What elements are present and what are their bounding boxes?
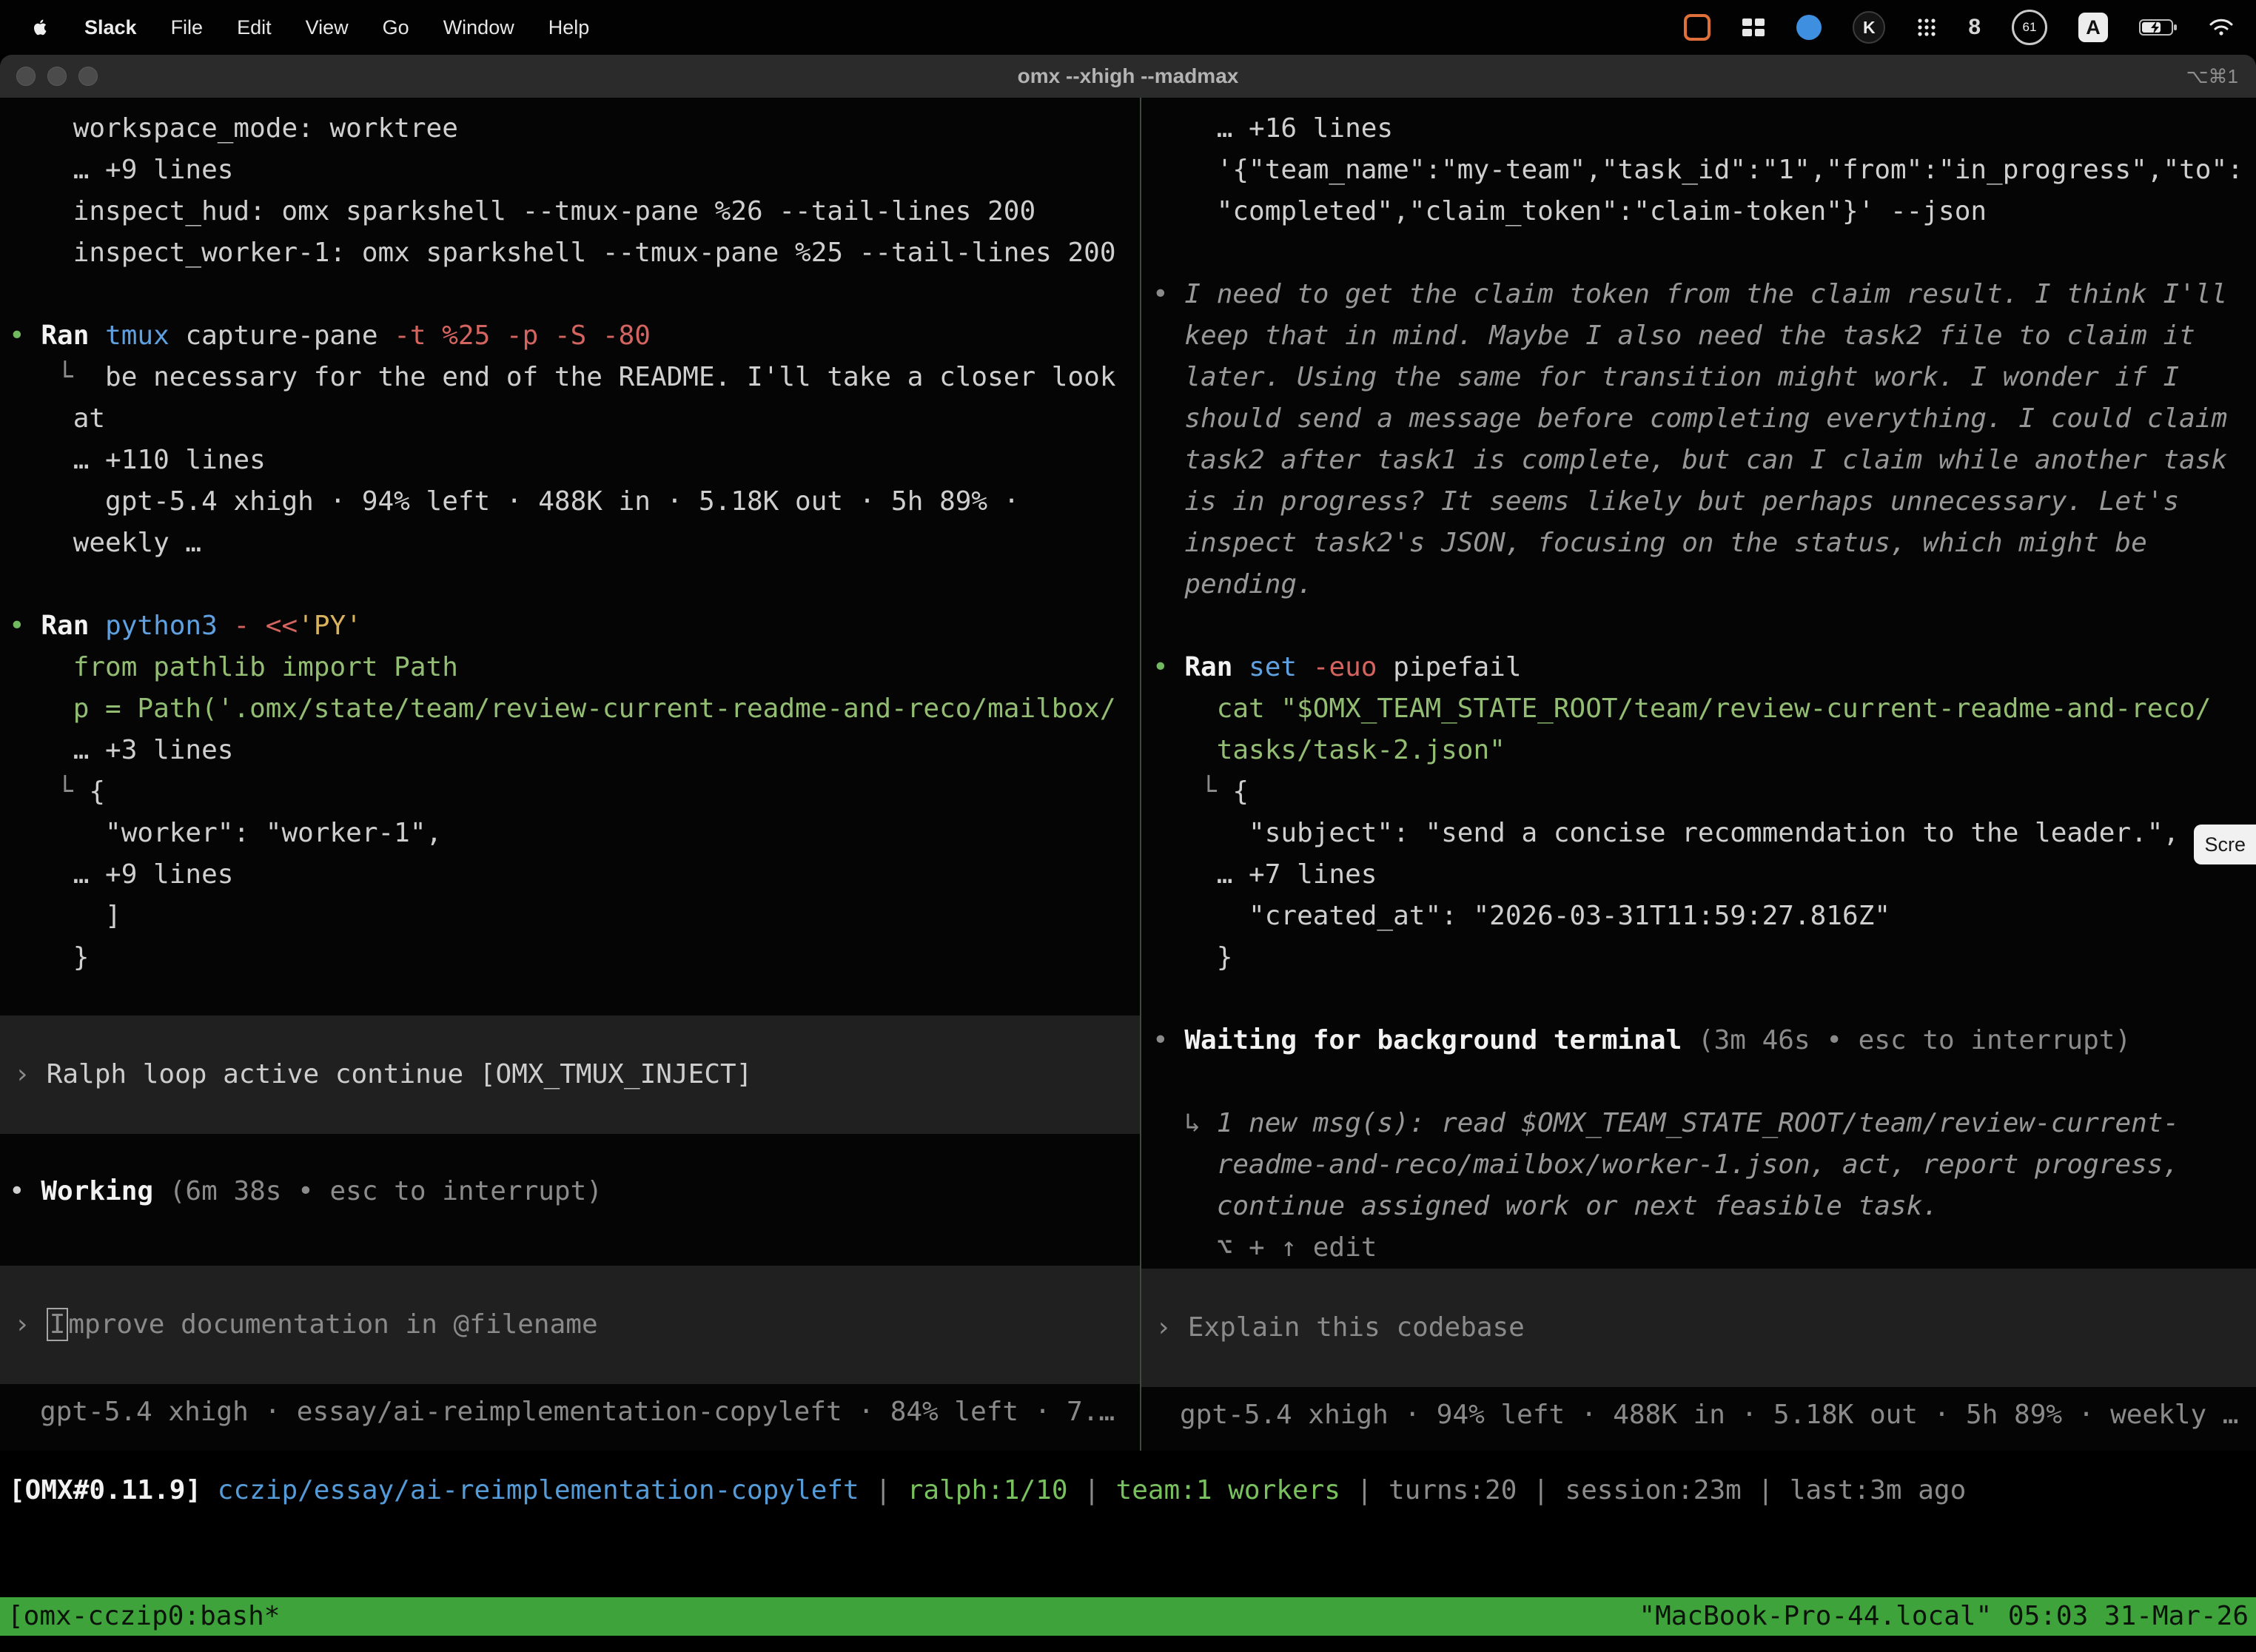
terminal-line: └ { (9, 771, 1140, 813)
apple-menu-icon[interactable] (30, 17, 50, 38)
left-input-placeholder: Improve documentation in @filename (47, 1304, 598, 1346)
terminal-line: ⌥ + ↑ edit (1152, 1227, 2256, 1269)
prompt-chevron: › (0, 1304, 30, 1346)
menu-go[interactable]: Go (383, 16, 409, 39)
right-pane-output: … +16 lines '{"team_name":"my-team","tas… (1141, 98, 2256, 1269)
grid-icon[interactable] (1742, 18, 1765, 37)
terminal-content: workspace_mode: worktree … +9 lines insp… (0, 98, 2256, 1451)
close-window-button[interactable] (16, 67, 36, 86)
terminal-line: … +9 lines (9, 150, 1140, 191)
terminal-line: … +7 lines (1152, 854, 2256, 896)
terminal-line: • Ran tmux capture-pane -t %25 -p -S -80 (9, 315, 1140, 357)
terminal-line: gpt-5.4 xhigh · 94% left · 488K in · 5.1… (9, 481, 1140, 523)
terminal-line: "subject": "send a concise recommendatio… (1152, 813, 2256, 854)
wifi-icon[interactable] (2209, 18, 2234, 37)
window-title-bar: omx --xhigh --madmax ⌥⌘1 (0, 55, 2256, 98)
terminal-line: later. Using the same for transition mig… (1152, 357, 2256, 398)
left-pane-status-line: gpt-5.4 xhigh · essay/ai-reimplementatio… (0, 1391, 1140, 1433)
active-app-menu[interactable]: Slack (84, 16, 137, 39)
terminal-line (1152, 605, 2256, 647)
window-title: omx --xhigh --madmax (0, 64, 2256, 88)
terminal-line: p = Path('.omx/state/team/review-current… (9, 688, 1140, 730)
screen-recording-icon[interactable] (1684, 14, 1711, 41)
prompt-chevron: › (1141, 1307, 1172, 1349)
terminal-line: at (9, 398, 1140, 440)
desktop-screen: Slack File Edit View Go Window Help K 8 … (0, 0, 2256, 1652)
app-8-icon[interactable]: 8 (1968, 15, 1981, 40)
menu-help[interactable]: Help (548, 16, 590, 39)
terminal-line: '{"team_name":"my-team","task_id":"1","f… (1152, 150, 2256, 191)
left-injection-banner[interactable]: › Ralph loop active continue [OMX_TMUX_I… (0, 1015, 1140, 1134)
terminal-line: should send a message before completing … (1152, 398, 2256, 440)
omx-session-status: [OMX#0.11.9] cczip/essay/ai-reimplementa… (9, 1470, 2256, 1511)
terminal-line: └ { (1152, 771, 2256, 813)
terminal-line: } (9, 937, 1140, 978)
terminal-line: pending. (1152, 564, 2256, 605)
terminal-line: cat "$OMX_TEAM_STATE_ROOT/team/review-cu… (1152, 688, 2256, 730)
terminal-line: … +110 lines (9, 440, 1140, 481)
zoom-window-button[interactable] (78, 67, 98, 86)
right-pane-status-line: gpt-5.4 xhigh · 94% left · 488K in · 5.1… (1141, 1394, 2256, 1436)
tmux-pane-right[interactable]: … +16 lines '{"team_name":"my-team","tas… (1141, 98, 2256, 1451)
battery-icon[interactable] (2139, 19, 2178, 36)
terminal-line: workspace_mode: worktree (9, 108, 1140, 150)
terminal-line: is in progress? It seems likely but perh… (1152, 481, 2256, 523)
window-shortcut-hint: ⌥⌘1 (2186, 65, 2256, 88)
terminal-line: … +3 lines (9, 730, 1140, 771)
battery-gauge-icon[interactable]: 61 (2012, 10, 2047, 45)
terminal-line: from pathlib import Path (9, 647, 1140, 688)
terminal-line: • Ran python3 - <<'PY' (9, 605, 1140, 647)
terminal-line: tasks/task-2.json" (1152, 730, 2256, 771)
tmux-pane-left[interactable]: workspace_mode: worktree … +9 lines insp… (0, 98, 1140, 1451)
terminal-line: ] (9, 896, 1140, 937)
terminal-line: • Ran set -euo pipefail (1152, 647, 2256, 688)
menu-file[interactable]: File (171, 16, 204, 39)
left-input-box[interactable]: › Improve documentation in @filename (0, 1266, 1140, 1384)
terminal-line: [OMX#0.11.9] cczip/essay/ai-reimplementa… (9, 1470, 2256, 1511)
terminal-line (1152, 1061, 2256, 1103)
screenshot-chip[interactable]: Scre (2194, 825, 2256, 864)
terminal-line: weekly … (9, 523, 1140, 564)
input-source-icon[interactable]: A (2078, 13, 2108, 42)
terminal-line: inspect_hud: omx sparkshell --tmux-pane … (9, 191, 1140, 232)
blue-app-icon[interactable] (1796, 15, 1822, 40)
terminal-line: • Waiting for background terminal (3m 46… (1152, 1020, 2256, 1061)
k-circle-icon[interactable]: K (1853, 11, 1885, 44)
terminal-line: task2 after task1 is complete, but can I… (1152, 440, 2256, 481)
terminal-line (9, 564, 1140, 605)
terminal-line (1152, 978, 2256, 1020)
menu-window[interactable]: Window (443, 16, 514, 39)
tmux-session-label: [omx-cczip0:bash* (7, 1597, 280, 1636)
injection-text: Ralph loop active continue [OMX_TMUX_INJ… (47, 1054, 753, 1095)
menu-edit[interactable]: Edit (237, 16, 272, 39)
right-input-box[interactable]: › Explain this codebase (1141, 1269, 2256, 1387)
terminal-line: readme-and-reco/mailbox/worker-1.json, a… (1152, 1144, 2256, 1186)
macos-menu-bar: Slack File Edit View Go Window Help K 8 … (0, 0, 2256, 55)
terminal-line: continue assigned work or next feasible … (1152, 1186, 2256, 1227)
terminal-line: } (1152, 937, 2256, 978)
left-pane-output: workspace_mode: worktree … +9 lines insp… (0, 98, 1140, 978)
terminal-line: ↳ 1 new msg(s): read $OMX_TEAM_STATE_ROO… (1152, 1103, 2256, 1144)
prompt-chevron: › (0, 1054, 30, 1095)
terminal-line: "created_at": "2026-03-31T11:59:27.816Z" (1152, 896, 2256, 937)
tmux-host-clock: "MacBook-Pro-44.local" 05:03 31-Mar-26 (1639, 1597, 2249, 1636)
working-status-line: • Working (6m 38s • esc to interrupt) (0, 1171, 1140, 1212)
dots-grid-icon[interactable] (1916, 17, 1937, 38)
terminal-line: keep that in mind. Maybe I also need the… (1152, 315, 2256, 357)
terminal-line: • Working (6m 38s • esc to interrupt) (9, 1171, 1140, 1212)
terminal-line: inspect task2's JSON, focusing on the st… (1152, 523, 2256, 564)
terminal-line: inspect_worker-1: omx sparkshell --tmux-… (9, 232, 1140, 274)
terminal-line: "completed","claim_token":"claim-token"}… (1152, 191, 2256, 232)
terminal-line (9, 274, 1140, 315)
tmux-status-bar: [omx-cczip0:bash* "MacBook-Pro-44.local"… (0, 1597, 2256, 1636)
terminal-line: └ be necessary for the end of the README… (9, 357, 1140, 398)
minimize-window-button[interactable] (47, 67, 67, 86)
terminal-line (1152, 232, 2256, 274)
menu-view[interactable]: View (306, 16, 349, 39)
terminal-line: … +9 lines (9, 854, 1140, 896)
right-input-placeholder: Explain this codebase (1188, 1307, 1525, 1349)
terminal-line: • I need to get the claim token from the… (1152, 274, 2256, 315)
terminal-line: "worker": "worker-1", (9, 813, 1140, 854)
terminal-line: … +16 lines (1152, 108, 2256, 150)
